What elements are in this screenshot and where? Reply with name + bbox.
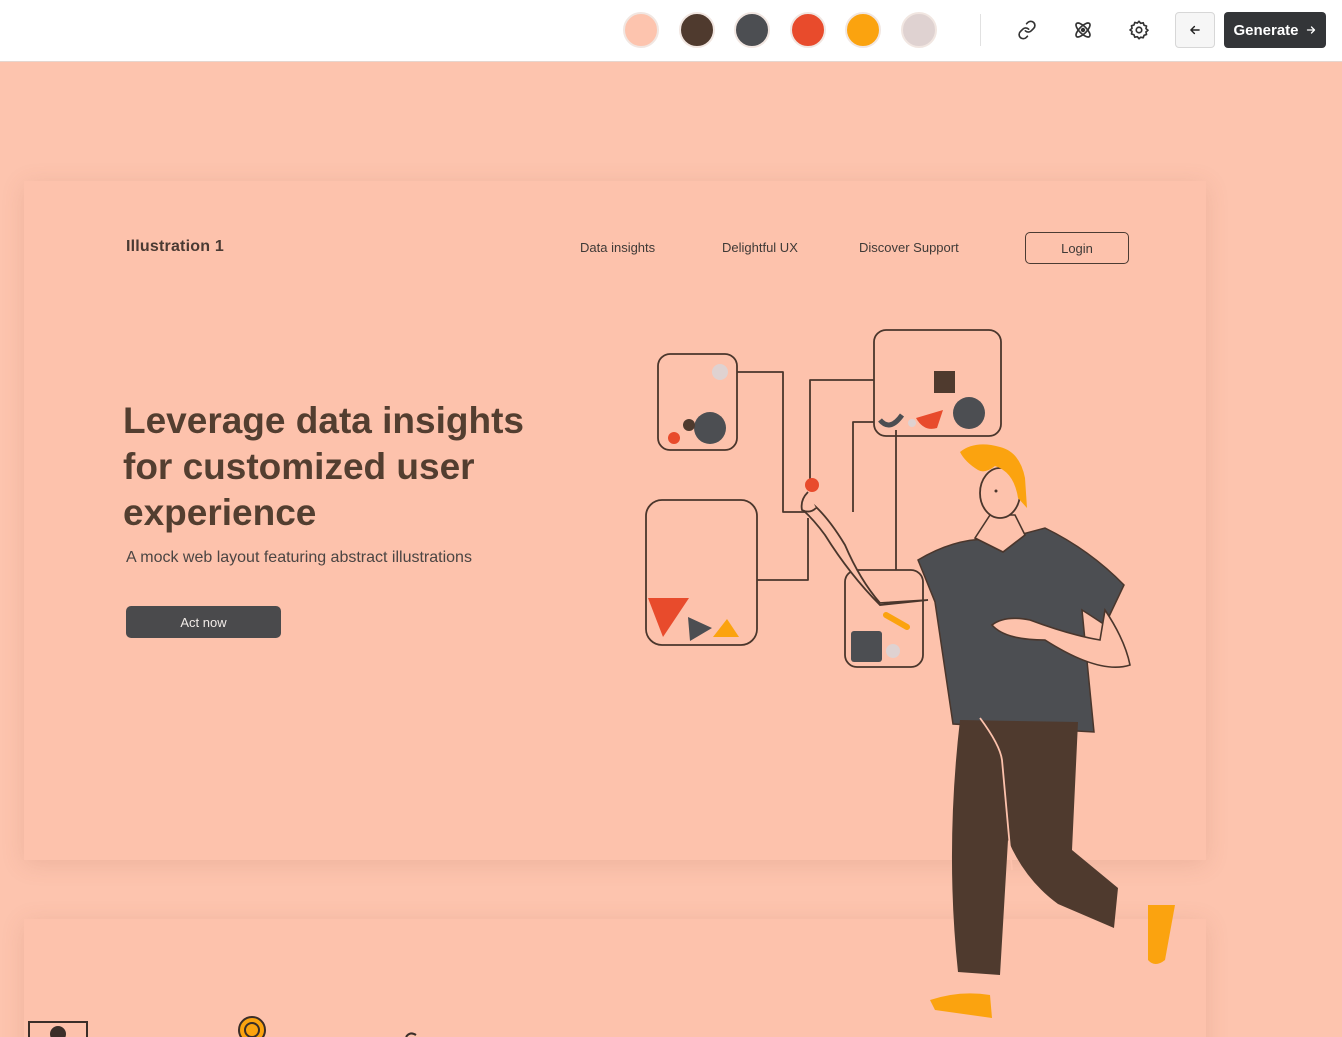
- color-swatch-light-gray-pink[interactable]: [901, 12, 937, 48]
- brand-logo[interactable]: Illustration 1: [126, 238, 224, 256]
- link-icon: [1018, 20, 1036, 40]
- nav-link-delightful-ux[interactable]: Delightful UX: [722, 240, 798, 255]
- hero-subtitle: A mock web layout featuring abstract ill…: [126, 549, 472, 566]
- react-atom-icon: [1075, 22, 1091, 38]
- act-now-button[interactable]: Act now: [126, 606, 281, 638]
- color-swatch-dark-brown[interactable]: [679, 12, 715, 48]
- gear-icon: [1129, 20, 1149, 40]
- generate-button[interactable]: Generate: [1224, 12, 1326, 48]
- secondary-illustrations: [28, 1016, 417, 1037]
- settings-button[interactable]: [1119, 12, 1159, 48]
- link-button[interactable]: [1007, 12, 1047, 48]
- back-button[interactable]: [1175, 12, 1215, 48]
- hero-title: Leverage data insights for customized us…: [123, 400, 524, 533]
- toolbar-divider: [980, 14, 981, 46]
- color-swatch-red-orange[interactable]: [790, 12, 826, 48]
- generate-label: Generate: [1233, 21, 1299, 39]
- top-toolbar: Generate: [0, 0, 1342, 62]
- nav-link-discover-support[interactable]: Discover Support: [859, 240, 959, 255]
- nav-link-data-insights[interactable]: Data insights: [580, 240, 655, 255]
- preview-card-secondary: [24, 919, 1206, 1037]
- login-button[interactable]: Login: [1025, 232, 1129, 264]
- arrow-left-icon: [1190, 25, 1200, 35]
- arrow-right-icon: [1306, 26, 1315, 34]
- react-button[interactable]: [1063, 12, 1103, 48]
- color-swatch-charcoal[interactable]: [734, 12, 770, 48]
- preview-card: Illustration 1 Data insights Delightful …: [24, 181, 1206, 860]
- color-swatch-peach[interactable]: [623, 12, 659, 48]
- color-swatch-amber[interactable]: [845, 12, 881, 48]
